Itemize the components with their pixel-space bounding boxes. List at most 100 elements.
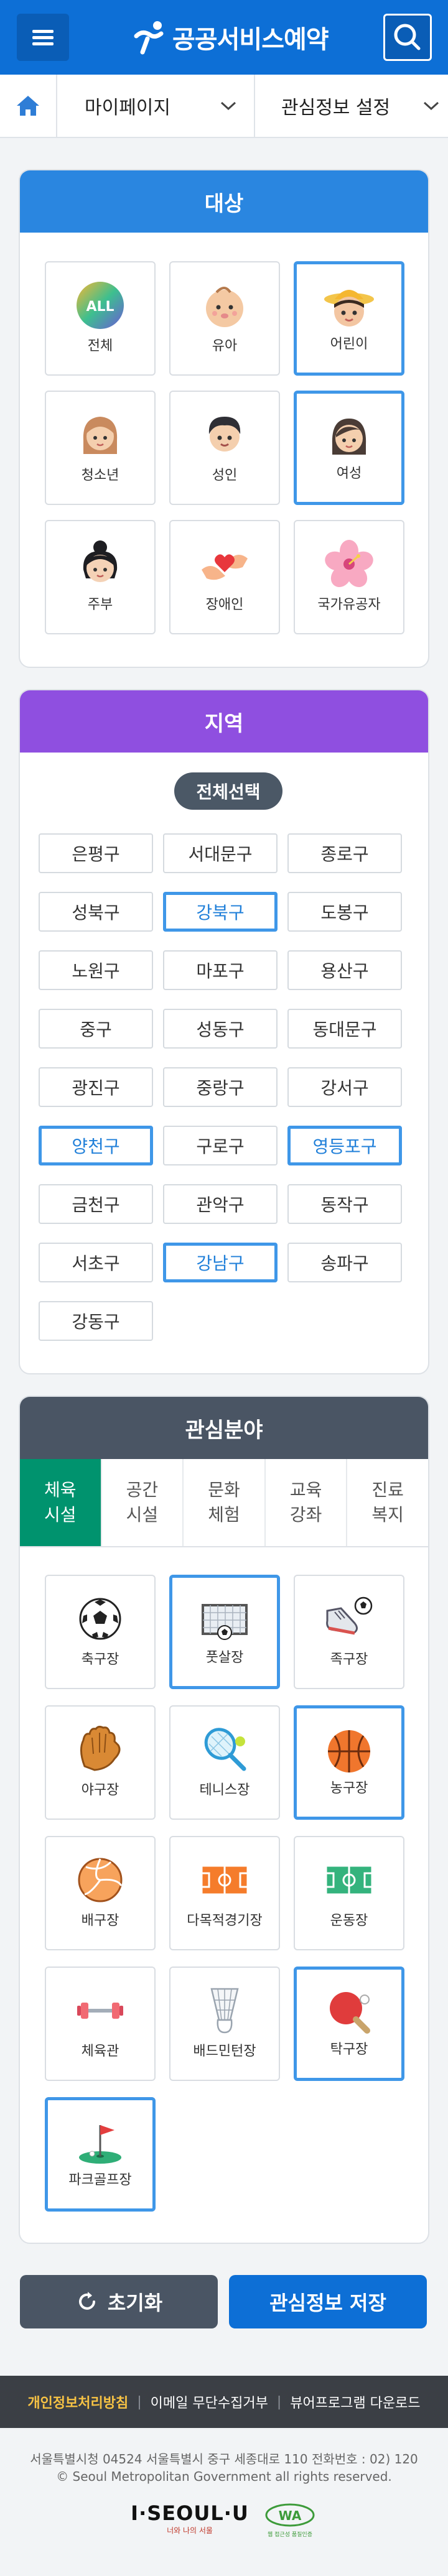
interest-tab[interactable]: 진료 복지 xyxy=(347,1459,428,1546)
home-icon xyxy=(17,96,39,116)
facility-option-label: 야구장 xyxy=(81,1782,119,1798)
region-option[interactable]: 도봉구 xyxy=(287,892,402,932)
region-option[interactable]: 중랑구 xyxy=(163,1067,278,1107)
region-option[interactable]: 금천구 xyxy=(39,1184,153,1224)
breadcrumb-mypage-label: 마이페이지 xyxy=(85,97,170,119)
breadcrumb-mypage-dropdown[interactable]: 마이페이지 xyxy=(57,75,255,137)
reset-button[interactable]: 초기화 xyxy=(20,2275,218,2328)
region-option[interactable]: 은평구 xyxy=(39,833,153,873)
region-section-header: 지역 xyxy=(20,690,428,753)
region-option[interactable]: 강남구 xyxy=(163,1243,278,1282)
facility-option[interactable]: 풋살장 xyxy=(169,1575,280,1689)
search-button[interactable] xyxy=(383,14,432,61)
target-option[interactable]: 어린이 xyxy=(294,261,404,376)
region-option[interactable]: 양천구 xyxy=(39,1126,153,1165)
jokgu-shoe-icon xyxy=(322,1592,376,1646)
no-email-collection-link[interactable]: 이메일 무단수집거부 xyxy=(151,2392,268,2412)
region-option[interactable]: 종로구 xyxy=(287,833,402,873)
facility-option-label: 풋살장 xyxy=(205,1650,244,1666)
web-accessibility-badge: WA 웹 접근성 품질인증 xyxy=(264,2503,316,2539)
facility-option[interactable]: 운동장 xyxy=(294,1836,404,1950)
interest-section-title: 관심분야 xyxy=(185,1417,263,1443)
wa-badge-text: WA xyxy=(279,2508,302,2523)
facility-option-label: 배드민턴장 xyxy=(193,2044,256,2059)
region-option[interactable]: 성동구 xyxy=(163,1009,278,1049)
footer-copyright: © Seoul Metropolitan Government all righ… xyxy=(56,2469,392,2484)
target-option[interactable]: 유아 xyxy=(169,261,280,376)
viewer-download-link[interactable]: 뷰어프로그램 다운로드 xyxy=(290,2392,420,2412)
target-option[interactable]: ALL 전체 xyxy=(45,261,156,376)
region-option[interactable]: 동대문구 xyxy=(287,1009,402,1049)
target-option[interactable]: 장애인 xyxy=(169,520,280,634)
target-option-label: 유아 xyxy=(212,338,238,354)
interest-tab[interactable]: 체육 시설 xyxy=(20,1459,102,1546)
brand-title: 공공서비스예약 xyxy=(172,25,329,54)
region-option[interactable]: 구로구 xyxy=(163,1126,278,1165)
region-option[interactable]: 서대문구 xyxy=(163,833,278,873)
target-option[interactable]: 국가유공자 xyxy=(294,520,404,634)
target-option[interactable]: 여성 xyxy=(294,391,404,505)
target-option-label: 청소년 xyxy=(81,468,119,483)
interest-tab[interactable]: 공간 시설 xyxy=(101,1459,184,1546)
breadcrumb-interest-label: 관심정보 설정 xyxy=(281,97,391,119)
facility-option[interactable]: 파크골프장 xyxy=(45,2097,156,2212)
target-option[interactable]: 성인 xyxy=(169,391,280,505)
wa-badge-subtext: 웹 접근성 품질인증 xyxy=(268,2532,312,2538)
region-option[interactable]: 성북구 xyxy=(39,892,153,932)
facility-option[interactable]: 족구장 xyxy=(294,1575,404,1689)
facility-option[interactable]: 테니스장 xyxy=(169,1705,280,1820)
region-option[interactable]: 마포구 xyxy=(163,950,278,990)
breadcrumb-interest-dropdown[interactable]: 관심정보 설정 xyxy=(255,75,448,137)
region-option[interactable]: 동작구 xyxy=(287,1184,402,1224)
facility-option[interactable]: 체육관 xyxy=(45,1967,156,2081)
facility-option[interactable]: 농구장 xyxy=(294,1705,404,1820)
region-option[interactable]: 노원구 xyxy=(39,950,153,990)
facility-option[interactable]: 탁구장 xyxy=(294,1967,404,2081)
interest-tab[interactable]: 교육 강좌 xyxy=(265,1459,348,1546)
teen-icon xyxy=(73,408,127,461)
region-option[interactable]: 서초구 xyxy=(39,1243,153,1282)
region-option[interactable]: 송파구 xyxy=(287,1243,402,1282)
facility-option[interactable]: 다목적경기장 xyxy=(169,1836,280,1950)
adult-icon xyxy=(198,408,251,461)
region-option[interactable]: 강서구 xyxy=(287,1067,402,1107)
target-option-label: 전체 xyxy=(87,338,113,354)
chevron-down-icon xyxy=(423,101,439,111)
svg-text:ALL: ALL xyxy=(86,299,114,315)
facility-option[interactable]: 배구장 xyxy=(45,1836,156,1950)
target-option[interactable]: 청소년 xyxy=(45,391,156,505)
menu-button[interactable] xyxy=(17,14,69,61)
select-all-button[interactable]: 전체선택 xyxy=(174,772,282,810)
chevron-down-icon xyxy=(220,101,236,111)
region-option[interactable]: 중구 xyxy=(39,1009,153,1049)
tennis-racket-icon xyxy=(198,1723,251,1776)
region-option[interactable]: 관악구 xyxy=(163,1184,278,1224)
save-button[interactable]: 관심정보 저장 xyxy=(229,2275,427,2328)
brand-link[interactable]: 공공서비스예약 xyxy=(134,19,329,56)
interest-tab[interactable]: 문화 체험 xyxy=(184,1459,266,1546)
facility-option[interactable]: 축구장 xyxy=(45,1575,156,1689)
region-section-title: 지역 xyxy=(204,711,244,736)
hamburger-menu-icon xyxy=(32,36,54,39)
region-option[interactable]: 용산구 xyxy=(287,950,402,990)
seoul-logo-text: I·SEOUL·U xyxy=(131,2501,249,2525)
interest-section: 관심분야 체육 시설 공간 시설 문화 체험 교육 강좌 진료 복지 축구장 풋살장 족구장… xyxy=(19,1396,429,2244)
region-option[interactable]: 광진구 xyxy=(39,1067,153,1107)
target-option-label: 장애인 xyxy=(205,597,244,613)
facility-option[interactable]: 야구장 xyxy=(45,1705,156,1820)
target-option[interactable]: 주부 xyxy=(45,520,156,634)
seoul-logo-subtext: 너와 나의 서울 xyxy=(167,2526,213,2535)
facility-option-label: 운동장 xyxy=(330,1913,368,1929)
facility-option-label: 축구장 xyxy=(81,1652,119,1667)
privacy-policy-link[interactable]: 개인정보처리방침 xyxy=(27,2392,128,2412)
region-option[interactable]: 강동구 xyxy=(39,1301,153,1341)
volleyball-icon xyxy=(73,1853,127,1907)
home-button[interactable] xyxy=(0,75,57,137)
target-option-label: 여성 xyxy=(336,466,362,481)
region-option[interactable]: 영등포구 xyxy=(287,1126,402,1165)
multi-court-icon xyxy=(198,1853,251,1907)
facility-option[interactable]: 배드민턴장 xyxy=(169,1967,280,2081)
region-option[interactable]: 강북구 xyxy=(163,892,278,932)
facility-option-label: 다목적경기장 xyxy=(187,1913,263,1929)
hamburger-menu-icon xyxy=(32,42,54,45)
